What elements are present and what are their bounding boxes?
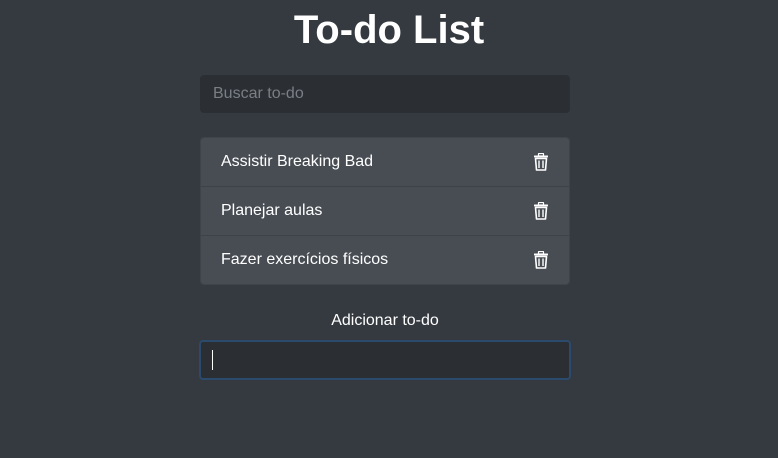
todo-text: Assistir Breaking Bad [221,153,374,170]
search-container [200,75,570,113]
todo-text: Fazer exercícios físicos [221,251,389,268]
trash-icon[interactable] [533,251,549,269]
add-todo-container [199,340,571,380]
list-item: Planejar aulas [201,187,569,236]
trash-icon[interactable] [533,153,549,171]
list-item: Assistir Breaking Bad [201,138,569,187]
add-todo-label: Adicionar to-do [331,312,439,329]
search-input[interactable] [200,75,570,113]
page-title: To-do List [293,8,485,52]
add-todo-input[interactable] [199,340,571,380]
list-item: Fazer exercícios físicos [201,236,569,284]
text-cursor [212,350,213,370]
todo-list: Assistir Breaking Bad Planejar aulas Faz… [200,137,570,285]
todo-text: Planejar aulas [221,202,323,219]
trash-icon[interactable] [533,202,549,220]
